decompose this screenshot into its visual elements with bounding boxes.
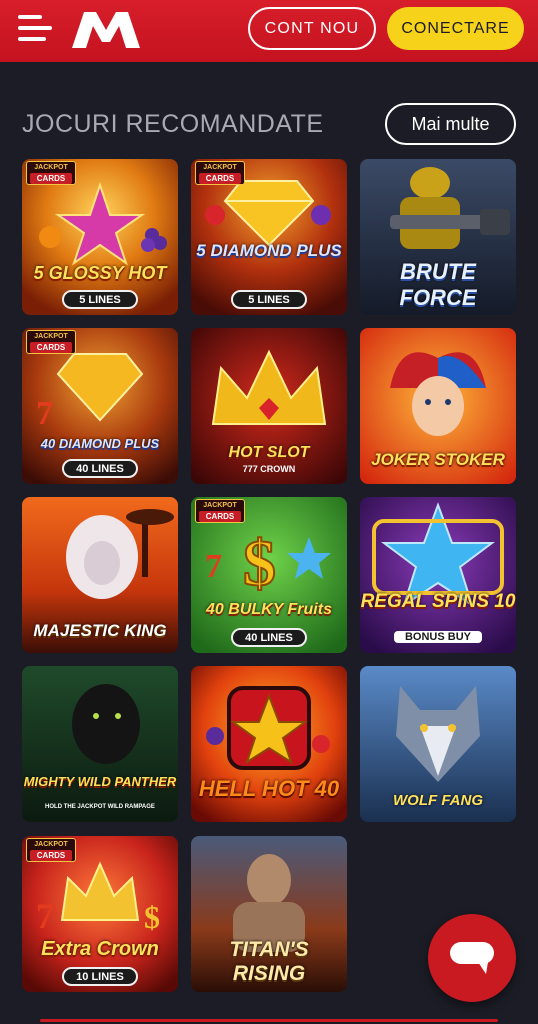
game-tile-40-diamond-plus[interactable]: 7 JACKPOT CARDS 40 DIAMOND PLUS 40 LINES bbox=[22, 328, 178, 484]
game-title: REGAL SPINS 10 bbox=[360, 591, 516, 612]
game-tile-wolf-fang[interactable]: WOLF FANG bbox=[360, 666, 516, 822]
jackpot-cards-badge: JACKPOT CARDS bbox=[195, 161, 245, 185]
game-artwork bbox=[22, 666, 178, 822]
svg-text:$: $ bbox=[144, 899, 160, 935]
game-tile-majestic-king[interactable]: MAJESTIC KING bbox=[22, 497, 178, 653]
game-tile-regal-spins-10[interactable]: REGAL SPINS 10 BONUS BUY bbox=[360, 497, 516, 653]
game-tile-5-diamond-plus[interactable]: JACKPOT CARDS 5 DIAMOND PLUS 5 LINES bbox=[191, 159, 347, 315]
game-tile-40-bulky-fruits[interactable]: $ 7 JACKPOT CARDS 40 BULKY Fruits 40 LINE… bbox=[191, 497, 347, 653]
game-title: HELL HOT 40 bbox=[198, 776, 340, 801]
section-title: JOCURI RECOMANDATE bbox=[22, 110, 324, 138]
login-button[interactable]: CONECTARE bbox=[387, 7, 524, 50]
game-title: 40 BULKY Fruits bbox=[206, 601, 332, 618]
svg-text:7: 7 bbox=[205, 548, 222, 585]
lines-badge: 40 LINES bbox=[62, 459, 138, 478]
jackpot-cards-badge: JACKPOT CARDS bbox=[26, 330, 76, 354]
game-title: MIGHTY WILD PANTHER bbox=[23, 774, 177, 789]
lines-badge: 40 LINES bbox=[231, 628, 307, 647]
hamburger-menu-icon[interactable] bbox=[18, 15, 52, 43]
game-title: WOLF FANG bbox=[393, 792, 483, 809]
chat-bubble-icon bbox=[450, 942, 494, 974]
game-subtitle: HOLD THE JACKPOT WILD RAMPAGE bbox=[45, 804, 155, 810]
svg-text:7: 7 bbox=[36, 896, 54, 936]
bottom-accent-bar bbox=[40, 1019, 498, 1022]
game-tile-titans-rising[interactable]: TITAN'S RISING bbox=[191, 836, 347, 992]
game-tile-hell-hot-40[interactable]: HELL HOT 40 bbox=[191, 666, 347, 822]
game-title: TITAN'S RISING bbox=[229, 938, 309, 985]
lines-badge: 5 LINES bbox=[231, 290, 307, 309]
m-logo-icon[interactable] bbox=[70, 10, 142, 50]
game-title: JOKER STOKER bbox=[371, 450, 505, 469]
more-games-button[interactable]: Mai multe bbox=[385, 103, 516, 145]
game-title: 5 DIAMOND PLUS bbox=[196, 241, 342, 260]
game-tile-brute-force[interactable]: BRUTE FORCE bbox=[360, 159, 516, 315]
game-tile-hot-slot[interactable]: HOT SLOT 777 CROWN bbox=[191, 328, 347, 484]
jackpot-cards-badge: JACKPOT CARDS bbox=[26, 838, 76, 862]
game-tile-extra-crown[interactable]: 7 $ JACKPOT CARDS Extra Crown 10 LINES bbox=[22, 836, 178, 992]
game-tile-mighty-wild-panther[interactable]: MIGHTY WILD PANTHER HOLD THE JACKPOT WIL… bbox=[22, 666, 178, 822]
chat-button[interactable] bbox=[428, 914, 516, 1002]
svg-text:$: $ bbox=[243, 527, 276, 600]
game-tile-joker-stoker[interactable]: JOKER STOKER bbox=[360, 328, 516, 484]
register-button[interactable]: CONT NOU bbox=[248, 7, 376, 50]
lines-badge: 5 LINES bbox=[62, 290, 138, 309]
jackpot-cards-badge: JACKPOT CARDS bbox=[195, 499, 245, 523]
bonus-buy-badge: BONUS BUY bbox=[394, 631, 482, 643]
game-artwork bbox=[360, 497, 516, 653]
top-bar: CONT NOU CONECTARE bbox=[0, 0, 538, 62]
game-tile-5-glossy-hot[interactable]: JACKPOT CARDS 5 GLOSSY HOT 5 LINES bbox=[22, 159, 178, 315]
game-title: BRUTE FORCE bbox=[399, 259, 477, 310]
svg-text:7: 7 bbox=[36, 395, 53, 432]
game-title: 40 DIAMOND PLUS bbox=[40, 436, 160, 451]
game-title: HOT SLOT bbox=[228, 444, 310, 461]
game-title: 5 GLOSSY HOT bbox=[33, 263, 167, 283]
lines-badge: 10 LINES bbox=[62, 967, 138, 986]
game-title: MAJESTIC KING bbox=[33, 621, 167, 640]
game-title: Extra Crown bbox=[41, 938, 159, 960]
game-subtitle: 777 CROWN bbox=[242, 464, 296, 474]
jackpot-cards-badge: JACKPOT CARDS bbox=[26, 161, 76, 185]
